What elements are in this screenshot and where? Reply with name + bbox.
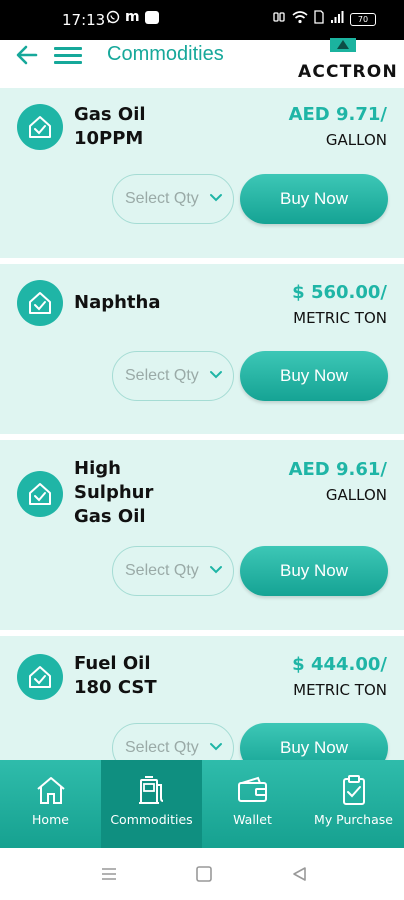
price-amount: AED 9.61/ bbox=[288, 459, 387, 480]
logo-mark-icon bbox=[330, 38, 356, 52]
select-qty-placeholder: Select Qty bbox=[125, 367, 199, 384]
alarm-icon bbox=[272, 10, 286, 29]
price-amount: $ 560.00/ bbox=[292, 282, 387, 303]
chevron-down-icon bbox=[210, 566, 222, 574]
wallet-icon bbox=[238, 776, 267, 802]
nav-item-home[interactable]: Home bbox=[0, 760, 101, 848]
page-title: Commodities bbox=[107, 43, 224, 65]
recent-apps-icon[interactable] bbox=[100, 866, 118, 882]
nav-label: Commodities bbox=[110, 812, 193, 827]
select-qty-placeholder: Select Qty bbox=[125, 190, 199, 207]
nav-item-my-purchase[interactable]: My Purchase bbox=[303, 760, 404, 848]
home-check-icon bbox=[17, 654, 63, 700]
price-unit: GALLON bbox=[325, 131, 387, 149]
home-check-icon bbox=[17, 471, 63, 517]
buy-now-button[interactable]: Buy Now bbox=[240, 723, 388, 760]
price-unit: METRIC TON bbox=[293, 309, 387, 327]
acctron-logo: ACCTRON bbox=[298, 38, 397, 84]
commodity-list[interactable]: Gas Oil 10PPM AED 9.71/ GALLON Select Qt… bbox=[0, 88, 404, 760]
back-arrow-icon[interactable] bbox=[14, 42, 40, 68]
whatsapp-icon bbox=[106, 10, 120, 24]
status-left-icons: m bbox=[106, 9, 159, 25]
commodity-name: High Sulphur Gas Oil bbox=[74, 458, 154, 527]
bottom-nav: Home Commodities Wallet My Purchase bbox=[0, 760, 404, 848]
select-qty-placeholder: Select Qty bbox=[125, 562, 199, 579]
nav-label: Wallet bbox=[233, 812, 272, 827]
commodity-card: Gas Oil 10PPM AED 9.71/ GALLON Select Qt… bbox=[0, 88, 404, 258]
buy-now-button[interactable]: Buy Now bbox=[240, 174, 388, 224]
select-qty-dropdown[interactable]: Select Qty bbox=[112, 351, 234, 401]
chevron-down-icon bbox=[210, 194, 222, 202]
price-unit: METRIC TON bbox=[293, 681, 387, 699]
back-triangle-icon[interactable] bbox=[291, 866, 309, 882]
price-amount: AED 9.71/ bbox=[288, 104, 387, 125]
chevron-down-icon bbox=[210, 371, 222, 379]
price-unit: GALLON bbox=[325, 486, 387, 504]
chevron-down-icon bbox=[210, 743, 222, 751]
commodity-card: Fuel Oil 180 CST $ 444.00/ METRIC TON Se… bbox=[0, 636, 404, 760]
commodity-name: Naphtha bbox=[74, 292, 161, 313]
nav-label: My Purchase bbox=[314, 812, 393, 827]
app-header: Commodities ACCTRON bbox=[0, 38, 404, 88]
select-qty-dropdown[interactable]: Select Qty bbox=[112, 546, 234, 596]
commodity-price: AED 9.71/ GALLON bbox=[289, 104, 387, 149]
home-check-icon bbox=[17, 104, 63, 150]
nav-label: Home bbox=[32, 812, 69, 827]
status-time: 17:13 bbox=[62, 11, 106, 29]
select-qty-placeholder: Select Qty bbox=[125, 739, 199, 756]
commodity-price: $ 444.00/ METRIC TON bbox=[292, 654, 387, 699]
status-right-icons: 70 bbox=[272, 10, 376, 29]
buy-now-button[interactable]: Buy Now bbox=[240, 351, 388, 401]
home-square-icon[interactable] bbox=[195, 866, 213, 882]
sim-icon bbox=[314, 10, 324, 29]
nav-item-wallet[interactable]: Wallet bbox=[202, 760, 303, 848]
buy-now-button[interactable]: Buy Now bbox=[240, 546, 388, 596]
hamburger-menu-icon[interactable] bbox=[54, 43, 82, 69]
home-check-icon bbox=[17, 280, 63, 326]
system-nav-bar bbox=[0, 848, 404, 900]
screen: 17:13 m 70 Commodities ACCTRON Gas Oil 1… bbox=[0, 0, 404, 900]
commodity-price: AED 9.61/ GALLON bbox=[289, 459, 387, 504]
commodity-name: Gas Oil 10PPM bbox=[74, 104, 146, 149]
home-icon bbox=[37, 777, 65, 804]
nav-item-commodities[interactable]: Commodities bbox=[101, 760, 202, 848]
logo-text: ACCTRON bbox=[298, 62, 398, 82]
battery-icon: 70 bbox=[350, 13, 376, 26]
select-qty-dropdown[interactable]: Select Qty bbox=[112, 723, 234, 760]
price-amount: $ 444.00/ bbox=[292, 654, 387, 675]
select-qty-dropdown[interactable]: Select Qty bbox=[112, 174, 234, 224]
commodity-name: Fuel Oil 180 CST bbox=[74, 653, 157, 698]
commodity-card: Naphtha $ 560.00/ METRIC TON Select Qty … bbox=[0, 264, 404, 434]
signal-icon bbox=[330, 10, 344, 29]
notification-badge-icon bbox=[144, 10, 159, 24]
fuel-pump-icon bbox=[139, 776, 164, 804]
commodity-card: High Sulphur Gas Oil AED 9.61/ GALLON Se… bbox=[0, 440, 404, 630]
status-bar: 17:13 m 70 bbox=[0, 0, 404, 40]
wifi-icon bbox=[292, 10, 308, 29]
status-m-label: m bbox=[125, 9, 140, 25]
commodity-price: $ 560.00/ METRIC TON bbox=[292, 282, 387, 327]
clipboard-check-icon bbox=[343, 775, 365, 805]
